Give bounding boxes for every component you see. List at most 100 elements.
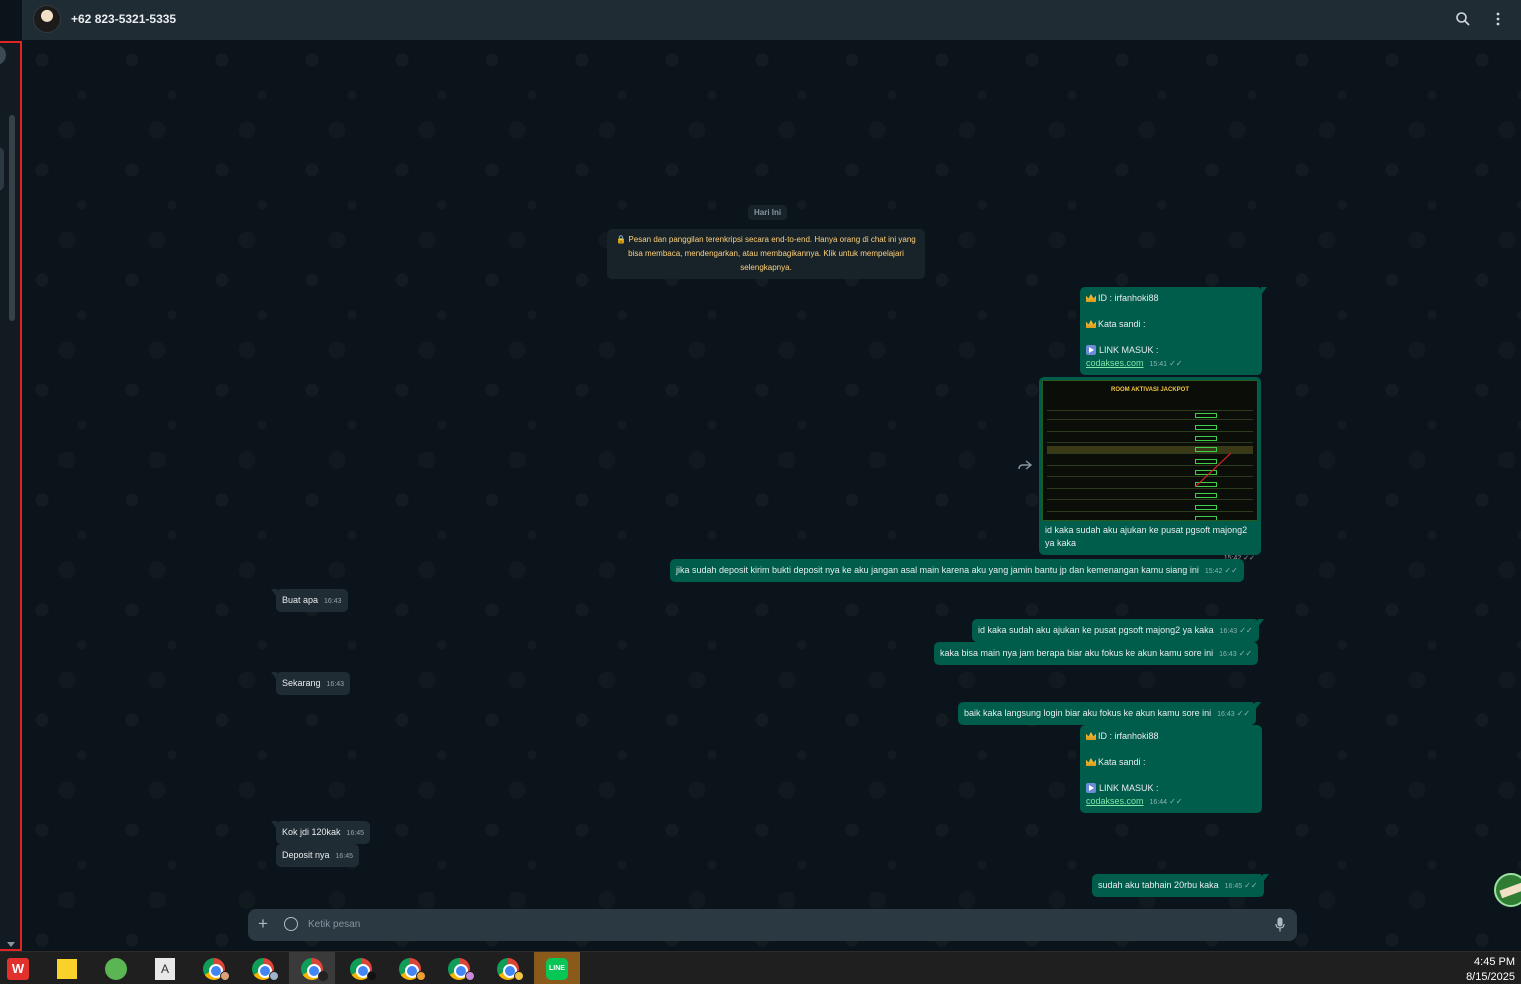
contact-avatar[interactable] (33, 5, 61, 33)
message-outgoing-image[interactable]: ROOM AKTIVASI JACKPOT id kaka sudah aku … (1039, 377, 1261, 562)
jackpot-table-image[interactable]: ROOM AKTIVASI JACKPOT (1042, 380, 1258, 521)
message-text: sudah aku tabhain 20rbu kaka (1098, 880, 1219, 890)
search-icon[interactable] (1455, 11, 1471, 27)
message-incoming[interactable]: Kok jdi 120kak 16:45 (271, 821, 371, 844)
forward-icon[interactable] (1018, 459, 1032, 471)
system-clock[interactable]: 4:45 PM 8/15/2025 (1466, 955, 1515, 984)
message-text: Kata sandi : (1098, 319, 1146, 329)
sticky-notes-icon[interactable] (44, 952, 90, 984)
crown-emoji-icon (1086, 758, 1096, 766)
message-text: id kaka sudah aku ajukan ke pusat pgsoft… (978, 625, 1214, 635)
message-outgoing[interactable]: ID : irfanhoki88 Kata sandi : LINK MASUK… (1080, 725, 1262, 813)
message-link[interactable]: codakses.com (1086, 358, 1144, 368)
message-time: 16:45 (335, 853, 354, 860)
chrome-icon[interactable] (191, 952, 237, 984)
read-receipt-icon: ✓✓ (1169, 359, 1183, 368)
crown-emoji-icon (1086, 320, 1096, 328)
encryption-notice[interactable]: 🔒 Pesan dan panggilan terenkripsi secara… (607, 229, 925, 279)
message-time: 16:45 (1224, 883, 1243, 890)
message-text: kaka bisa main nya jam berapa biar aku f… (940, 648, 1214, 658)
chat-messages-area[interactable] (22, 40, 1521, 951)
taskbar: W A LINE 4:45 PM 8/15/2025 (0, 951, 1521, 984)
crown-emoji-icon (1086, 294, 1096, 302)
read-receipt-icon: ✓✓ (1236, 709, 1251, 718)
message-outgoing[interactable]: jika sudah deposit kirim bukti deposit n… (670, 559, 1244, 582)
contact-name[interactable]: +62 823-5321-5335 (71, 12, 176, 26)
message-text: LINK MASUK : (1099, 345, 1159, 355)
menu-icon[interactable] (1490, 11, 1506, 27)
chrome-icon[interactable] (240, 952, 286, 984)
message-text: jika sudah deposit kirim bukti deposit n… (676, 565, 1199, 575)
sidebar-collapse-handle[interactable] (0, 45, 6, 65)
message-text: Buat apa (282, 595, 319, 605)
message-time: 15:41 (1149, 361, 1168, 368)
emoji-icon[interactable] (284, 917, 298, 931)
message-time: 16:43 (1217, 711, 1235, 718)
message-outgoing[interactable]: id kaka sudah aku ajukan ke pusat pgsoft… (972, 619, 1264, 642)
sidebar-scrollbar[interactable] (9, 115, 15, 321)
chat-header: +62 823-5321-5335 (22, 0, 1521, 40)
image-table-row (1047, 504, 1253, 512)
chrome-icon[interactable] (485, 952, 531, 984)
messaging-icon[interactable] (93, 952, 139, 984)
message-text: Kok jdi 120kak (282, 827, 341, 837)
scroll-down-arrow-icon[interactable] (7, 942, 15, 947)
chrome-icon[interactable] (338, 952, 384, 984)
crown-emoji-icon (1086, 732, 1096, 740)
microphone-icon[interactable] (1275, 917, 1285, 932)
message-incoming[interactable]: Deposit nya 16:45 (276, 844, 360, 867)
message-outgoing[interactable]: ID : irfanhoki88 Kata sandi : LINK MASUK… (1080, 287, 1267, 375)
red-arrow-annotation (1194, 452, 1232, 488)
message-text: ID : irfanhoki88 (1098, 731, 1159, 741)
chrome-icon[interactable] (436, 952, 482, 984)
message-composer: + Ketik pesan (248, 909, 1297, 941)
read-receipt-icon: ✓✓ (1169, 797, 1183, 806)
message-text: Deposit nya (282, 850, 330, 860)
read-receipt-icon: ✓✓ (1224, 566, 1238, 575)
image-table-row (1047, 515, 1253, 520)
play-button-emoji-icon (1086, 783, 1096, 793)
clock-date: 8/15/2025 (1466, 971, 1515, 983)
chrome-icon[interactable] (289, 952, 335, 984)
read-receipt-icon: ✓✓ (1244, 881, 1258, 890)
image-table-row (1047, 403, 1253, 411)
image-table-row (1047, 492, 1253, 500)
message-time: 15:42 (1204, 568, 1223, 575)
message-incoming[interactable]: Buat apa 16:43 (271, 589, 348, 612)
chrome-icon[interactable] (387, 952, 433, 984)
message-outgoing[interactable]: kaka bisa main nya jam berapa biar aku f… (934, 642, 1259, 665)
message-time: 16:44 (1149, 799, 1168, 806)
message-text: Sekarang (282, 678, 321, 688)
message-text: LINK MASUK : (1099, 783, 1159, 793)
message-time: 16:43 (324, 598, 342, 605)
sidebar-edge (0, 41, 22, 951)
image-caption: id kaka sudah aku ajukan ke pusat pgsoft… (1045, 525, 1248, 548)
date-divider: Hari Ini (748, 205, 788, 220)
read-receipt-icon: ✓✓ (1243, 555, 1255, 562)
message-text: baik kaka langsung login biar aku fokus … (964, 708, 1212, 718)
message-time: 16:43 (1219, 628, 1238, 635)
message-outgoing[interactable]: baik kaka langsung login biar aku fokus … (958, 702, 1262, 725)
line-icon[interactable]: LINE (534, 952, 580, 984)
message-input[interactable]: Ketik pesan (308, 919, 360, 930)
read-receipt-icon: ✓✓ (1238, 649, 1253, 658)
image-table-row (1047, 435, 1253, 443)
message-incoming[interactable]: Sekarang 16:43 (271, 672, 351, 695)
text-editor-icon[interactable]: A (142, 952, 188, 984)
wps-office-icon[interactable]: W (0, 952, 41, 984)
read-receipt-icon: ✓✓ (1239, 626, 1253, 635)
message-time: 16:45 (346, 830, 365, 837)
play-button-emoji-icon (1086, 345, 1096, 355)
message-text: Kata sandi : (1098, 757, 1146, 767)
message-outgoing[interactable]: sudah aku tabhain 20rbu kaka 16:45 ✓✓ (1092, 874, 1269, 897)
message-time: 16:43 (326, 681, 345, 688)
message-text: ID : irfanhoki88 (1098, 293, 1159, 303)
sidebar-tab[interactable] (0, 147, 4, 191)
floating-avatar-icon[interactable] (1494, 873, 1521, 907)
clock-time: 4:45 PM (1474, 956, 1515, 968)
message-time: 16:43 (1219, 651, 1237, 658)
message-link[interactable]: codakses.com (1086, 796, 1144, 806)
image-table-row (1047, 412, 1253, 420)
attach-plus-icon[interactable]: + (258, 915, 268, 933)
image-table-row (1047, 424, 1253, 432)
